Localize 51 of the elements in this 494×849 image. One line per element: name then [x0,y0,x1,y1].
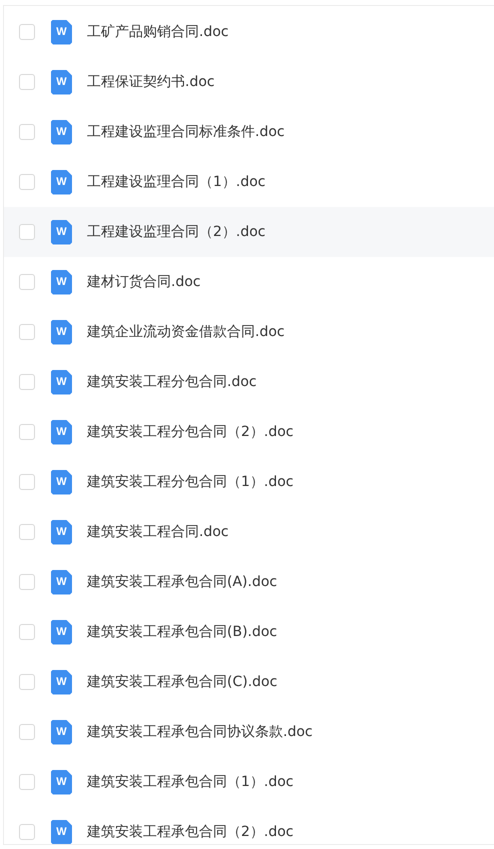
word-file-icon: W [51,670,72,694]
word-file-icon: W [51,270,72,294]
file-name[interactable]: 建筑安装工程承包合同(B).doc [87,623,278,641]
checkbox[interactable] [19,24,35,40]
word-file-icon: W [51,120,72,144]
word-file-icon: W [51,520,72,544]
word-file-icon: W [51,220,72,244]
word-file-icon: W [51,170,72,194]
file-name[interactable]: 工程建设监理合同标准条件.doc [87,123,285,141]
checkbox[interactable] [19,824,35,840]
checkbox[interactable] [19,124,35,140]
checkbox[interactable] [19,624,35,640]
file-name[interactable]: 建筑安装工程承包合同（1）.doc [87,773,294,791]
checkbox[interactable] [19,424,35,440]
word-file-icon: W [51,570,72,594]
file-name[interactable]: 建筑安装工程分包合同.doc [87,373,257,391]
word-file-icon: W [51,20,72,44]
word-file-icon: W [51,420,72,444]
file-name[interactable]: 建筑安装工程合同.doc [87,523,229,541]
file-name[interactable]: 建筑企业流动资金借款合同.doc [87,323,285,341]
checkbox[interactable] [19,174,35,190]
checkbox[interactable] [19,324,35,340]
file-name[interactable]: 建筑安装工程分包合同（2）.doc [87,423,294,441]
word-file-icon: W [51,620,72,644]
word-file-icon: W [51,720,72,744]
file-name[interactable]: 建筑安装工程分包合同（1）.doc [87,473,294,491]
checkbox[interactable] [19,774,35,790]
checkbox[interactable] [19,674,35,690]
checkbox[interactable] [19,224,35,240]
file-name[interactable]: 建筑安装工程承包合同(C).doc [87,673,278,691]
checkbox[interactable] [19,574,35,590]
checkbox[interactable] [19,724,35,740]
checkbox[interactable] [19,374,35,390]
checkbox[interactable] [19,474,35,490]
word-file-icon: W [51,370,72,394]
file-name[interactable]: 工程建设监理合同（1）.doc [87,173,266,191]
word-file-icon: W [51,770,72,794]
word-file-icon: W [51,820,72,844]
checkbox[interactable] [19,74,35,90]
file-name[interactable]: 工矿产品购销合同.doc [87,23,229,41]
file-name[interactable]: 建筑安装工程承包合同(A).doc [87,573,278,591]
file-name[interactable]: 工程保证契约书.doc [87,73,215,91]
file-name[interactable]: 建筑安装工程承包合同协议条款.doc [87,723,313,741]
word-file-icon: W [51,70,72,94]
file-name[interactable]: 建材订货合同.doc [87,273,201,291]
word-file-icon: W [51,320,72,344]
checkbox[interactable] [19,274,35,290]
file-name[interactable]: 工程建设监理合同（2）.doc [87,223,266,241]
checkbox[interactable] [19,524,35,540]
word-file-icon: W [51,470,72,494]
file-name[interactable]: 建筑安装工程承包合同（2）.doc [87,823,294,841]
